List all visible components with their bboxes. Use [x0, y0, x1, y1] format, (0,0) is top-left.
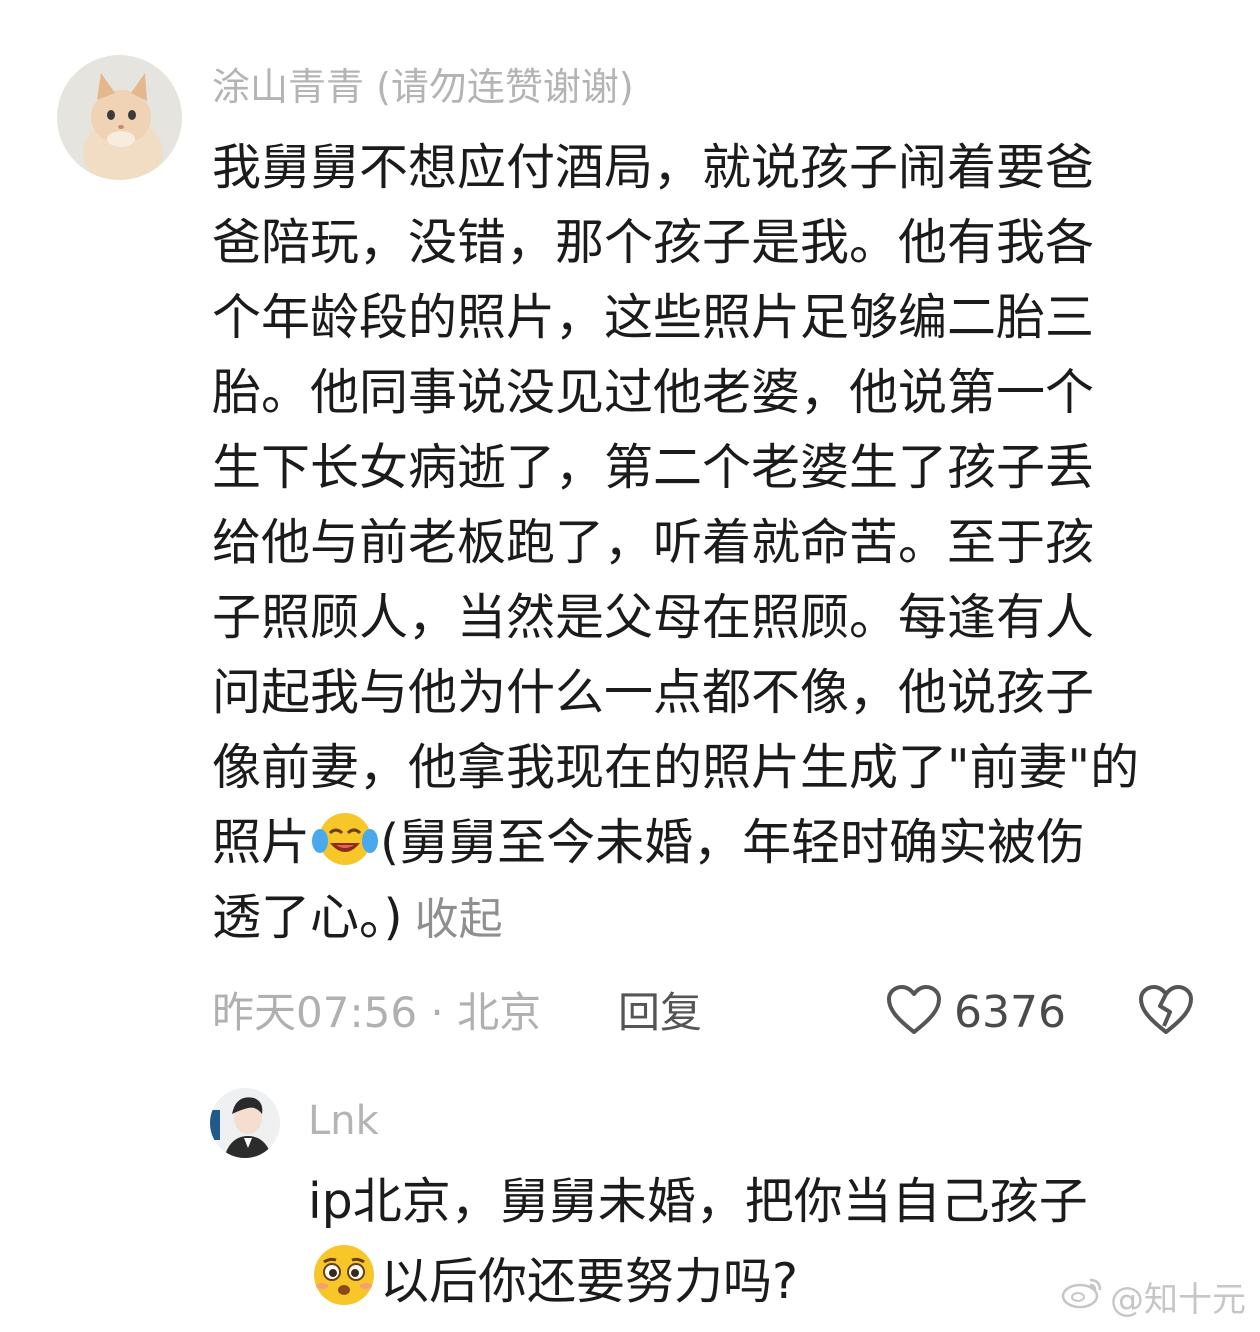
like-count: 6376 — [954, 986, 1066, 1038]
comment-line: 爸陪玩，没错，那个孩子是我。他有我各 — [212, 214, 1095, 271]
commenter-avatar[interactable] — [57, 55, 182, 180]
comment-line: 生下长女病逝了，第二个老婆生了孩子丢 — [212, 439, 1095, 496]
reply-text-segment: 以后你还要努力吗? — [380, 1253, 799, 1310]
laughing-crying-face-icon — [310, 809, 380, 890]
replier-avatar[interactable] — [210, 1088, 280, 1158]
comment-line: 像前妻，他拿我现在的照片生成了"前妻"的 — [212, 739, 1140, 796]
pleading-face-icon — [308, 1242, 380, 1332]
comment-line-with-emoji: 照片 (舅舅至今未婚，年轻时确实被伤 — [212, 805, 1212, 880]
comment-text-segment: (舅舅至今未婚，年轻时确实被伤 — [380, 814, 1086, 871]
broken-heart-icon — [1138, 985, 1194, 1040]
heart-icon — [886, 984, 942, 1040]
comment-text: 我舅舅不想应付酒局，就说孩子闹着要爸 爸陪玩，没错，那个孩子是我。他有我各 个年… — [212, 130, 1212, 955]
comment-line: 个年龄段的照片，这些照片足够编二胎三 — [212, 289, 1095, 346]
comment-line: 子照顾人，当然是父母在照顾。每逢有人 — [212, 589, 1095, 646]
comment-text-segment: 透了心。) — [212, 889, 403, 946]
comment-line: 我舅舅不想应付酒局，就说孩子闹着要爸 — [212, 139, 1095, 196]
comment-line: 问起我与他为什么一点都不像，他说孩子 — [212, 664, 1095, 721]
comment-line: 胎。他同事说没见过他老婆，他说第一个 — [212, 364, 1095, 421]
like-button[interactable]: 6376 — [886, 984, 1066, 1040]
replier-username[interactable]: Lnk — [308, 1098, 379, 1144]
dislike-button[interactable] — [1138, 984, 1194, 1040]
watermark: @知十元 — [1060, 1272, 1246, 1321]
watermark-text: @知十元 — [1110, 1280, 1246, 1320]
comment-last-line: 透了心。) 收起 — [212, 880, 1212, 955]
commenter-username[interactable]: 涂山青青 (请勿连赞谢谢) — [212, 64, 634, 110]
comment-line: 给他与前老板跑了，听着就命苦。至于孩 — [212, 514, 1095, 571]
collapse-link[interactable]: 收起 — [415, 894, 503, 945]
comment-text-segment: 照片 — [212, 814, 311, 871]
comment-time-location: 昨天07:56 · 北京 — [212, 988, 542, 1037]
weibo-logo-icon — [1060, 1274, 1104, 1319]
reply-line: ip北京，舅舅未婚，把你当自己孩子 — [308, 1173, 1088, 1230]
reply-button[interactable]: 回复 — [618, 986, 702, 1040]
